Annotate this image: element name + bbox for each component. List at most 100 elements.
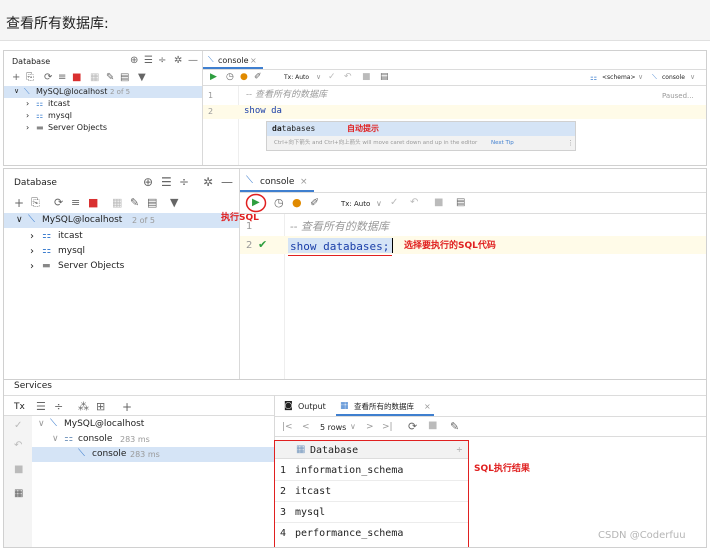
chevron-down-icon[interactable]: ∨ [38, 420, 45, 429]
chevron-right-icon[interactable]: › [30, 262, 34, 272]
tree-item-connection[interactable]: MySQL@localhost [42, 216, 122, 225]
layout-icon[interactable]: ▦ [14, 489, 23, 499]
last-page-icon[interactable]: >| [382, 423, 393, 432]
table-cell[interactable]: itcast [295, 487, 331, 497]
globe-icon[interactable]: ⊕ [130, 56, 138, 66]
close-icon[interactable]: × [250, 57, 257, 65]
column-header[interactable]: Database [310, 446, 358, 456]
tree-item-mysql[interactable]: mysql [58, 247, 85, 256]
chevron-right-icon[interactable]: › [26, 100, 29, 108]
refresh-icon[interactable]: ⟳ [408, 421, 417, 432]
stop-icon[interactable]: ■ [428, 421, 437, 431]
explain-icon[interactable]: ● [240, 73, 248, 82]
copy-icon[interactable]: ⎘ [26, 73, 34, 83]
refresh-icon[interactable]: ⟳ [54, 197, 63, 208]
stop-icon[interactable]: ■ [88, 197, 98, 208]
edit-icon[interactable]: ✎ [130, 197, 139, 208]
chevron-right-icon[interactable]: › [26, 124, 29, 132]
filter-icon[interactable]: ▼ [138, 73, 146, 83]
settings-icon[interactable]: ✐ [310, 197, 319, 208]
first-page-icon[interactable]: |< [282, 423, 293, 432]
chevron-down-icon[interactable]: ∨ [52, 435, 59, 444]
console-selector[interactable]: console [662, 75, 685, 81]
console-tab[interactable]: console [260, 178, 294, 187]
layout-icon[interactable]: ⊞ [96, 401, 105, 412]
sql-code-input[interactable]: show databases; [290, 241, 389, 252]
tx-button[interactable]: Tx [14, 403, 25, 412]
sort-icon[interactable]: ÷ [456, 446, 463, 454]
check-icon[interactable]: ✓ [14, 421, 22, 431]
stop-icon[interactable]: ■ [362, 73, 371, 82]
gear-icon[interactable]: ✲ [203, 176, 213, 188]
tree-item-mysql[interactable]: mysql [48, 112, 72, 120]
next-tip-link[interactable]: Next Tip [491, 140, 514, 147]
more-icon[interactable]: ⋮ [567, 140, 574, 147]
copy-icon[interactable]: ⎘ [31, 197, 40, 208]
tree-item-server-objects[interactable]: Server Objects [58, 262, 124, 271]
tx-mode-dropdown[interactable]: Tx: Auto [341, 201, 370, 208]
run-icon[interactable]: ▶ [252, 198, 260, 208]
table-cell[interactable]: performance_schema [295, 529, 403, 539]
chevron-right-icon[interactable]: › [26, 112, 29, 120]
minimize-icon[interactable]: — [188, 56, 198, 66]
result-tab[interactable]: 查看所有的数据库 [354, 403, 414, 411]
table-cell[interactable]: mysql [295, 508, 325, 518]
expand-all-icon[interactable]: ☰ [36, 401, 46, 412]
output-tab[interactable]: Output [298, 403, 326, 411]
tree-item-server-objects[interactable]: Server Objects [48, 124, 107, 132]
sql-code-input[interactable]: show da [244, 107, 282, 116]
services-session[interactable]: console [78, 435, 112, 444]
schema-icon[interactable]: ≡ [58, 73, 66, 83]
collapse-all-icon[interactable]: ÷ [158, 56, 166, 66]
add-icon[interactable]: + [12, 73, 20, 83]
services-connection[interactable]: MySQL@localhost [64, 420, 144, 429]
chevron-right-icon[interactable]: › [30, 247, 34, 257]
table-cell[interactable]: information_schema [295, 466, 403, 476]
collapse-all-icon[interactable]: ÷ [54, 401, 63, 412]
grid-icon[interactable]: ▤ [120, 73, 129, 83]
pin-icon[interactable]: ✎ [450, 421, 459, 432]
services-console[interactable]: console [92, 450, 126, 459]
table-icon[interactable]: ▦ [112, 197, 122, 208]
history-icon[interactable]: ◷ [226, 73, 234, 82]
run-icon[interactable]: ▶ [210, 73, 217, 82]
add-icon[interactable]: + [14, 197, 24, 209]
console-tab[interactable]: console [218, 57, 249, 65]
stop-icon[interactable]: ■ [72, 73, 81, 83]
table-icon[interactable]: ▤ [380, 73, 389, 82]
grid-icon[interactable]: ▤ [147, 197, 157, 208]
table-icon[interactable]: ▤ [456, 198, 465, 208]
rows-count[interactable]: 5 rows [320, 424, 346, 432]
next-page-icon[interactable]: > [366, 423, 374, 432]
prev-page-icon[interactable]: < [302, 423, 310, 432]
explain-icon[interactable]: ● [292, 197, 302, 208]
tx-mode-dropdown[interactable]: Tx: Auto [284, 75, 309, 81]
chevron-down-icon[interactable]: ∨ [16, 216, 23, 225]
tree-item-connection[interactable]: MySQL@localhost [36, 88, 107, 96]
settings-icon[interactable]: ✐ [254, 73, 262, 82]
table-icon[interactable]: ▦ [90, 73, 99, 83]
close-icon[interactable]: × [424, 403, 431, 411]
schema-icon[interactable]: ≡ [71, 197, 80, 208]
group-icon[interactable]: ⁂ [78, 401, 89, 412]
close-icon[interactable]: × [300, 178, 308, 187]
edit-icon[interactable]: ✎ [106, 73, 114, 83]
collapse-all-icon[interactable]: ÷ [179, 176, 189, 188]
filter-icon[interactable]: ▼ [170, 197, 178, 208]
chevron-right-icon[interactable]: › [30, 232, 34, 242]
globe-icon[interactable]: ⊕ [143, 176, 153, 188]
refresh-icon[interactable]: ⟳ [44, 73, 52, 83]
schema-selector[interactable]: <schema> [602, 75, 636, 81]
rollback-icon[interactable]: ↶ [14, 441, 22, 451]
gear-icon[interactable]: ✲ [174, 56, 182, 66]
rollback-icon[interactable]: ↶ [344, 73, 352, 82]
tree-item-itcast[interactable]: itcast [48, 100, 70, 108]
chevron-down-icon[interactable]: ∨ [14, 88, 19, 95]
stop-icon[interactable]: ■ [434, 198, 443, 208]
minimize-icon[interactable]: — [221, 176, 233, 188]
history-icon[interactable]: ◷ [274, 197, 284, 208]
rollback-icon[interactable]: ↶ [410, 198, 418, 208]
tree-item-itcast[interactable]: itcast [58, 232, 83, 241]
expand-all-icon[interactable]: ☰ [144, 56, 153, 66]
expand-all-icon[interactable]: ☰ [161, 176, 172, 188]
